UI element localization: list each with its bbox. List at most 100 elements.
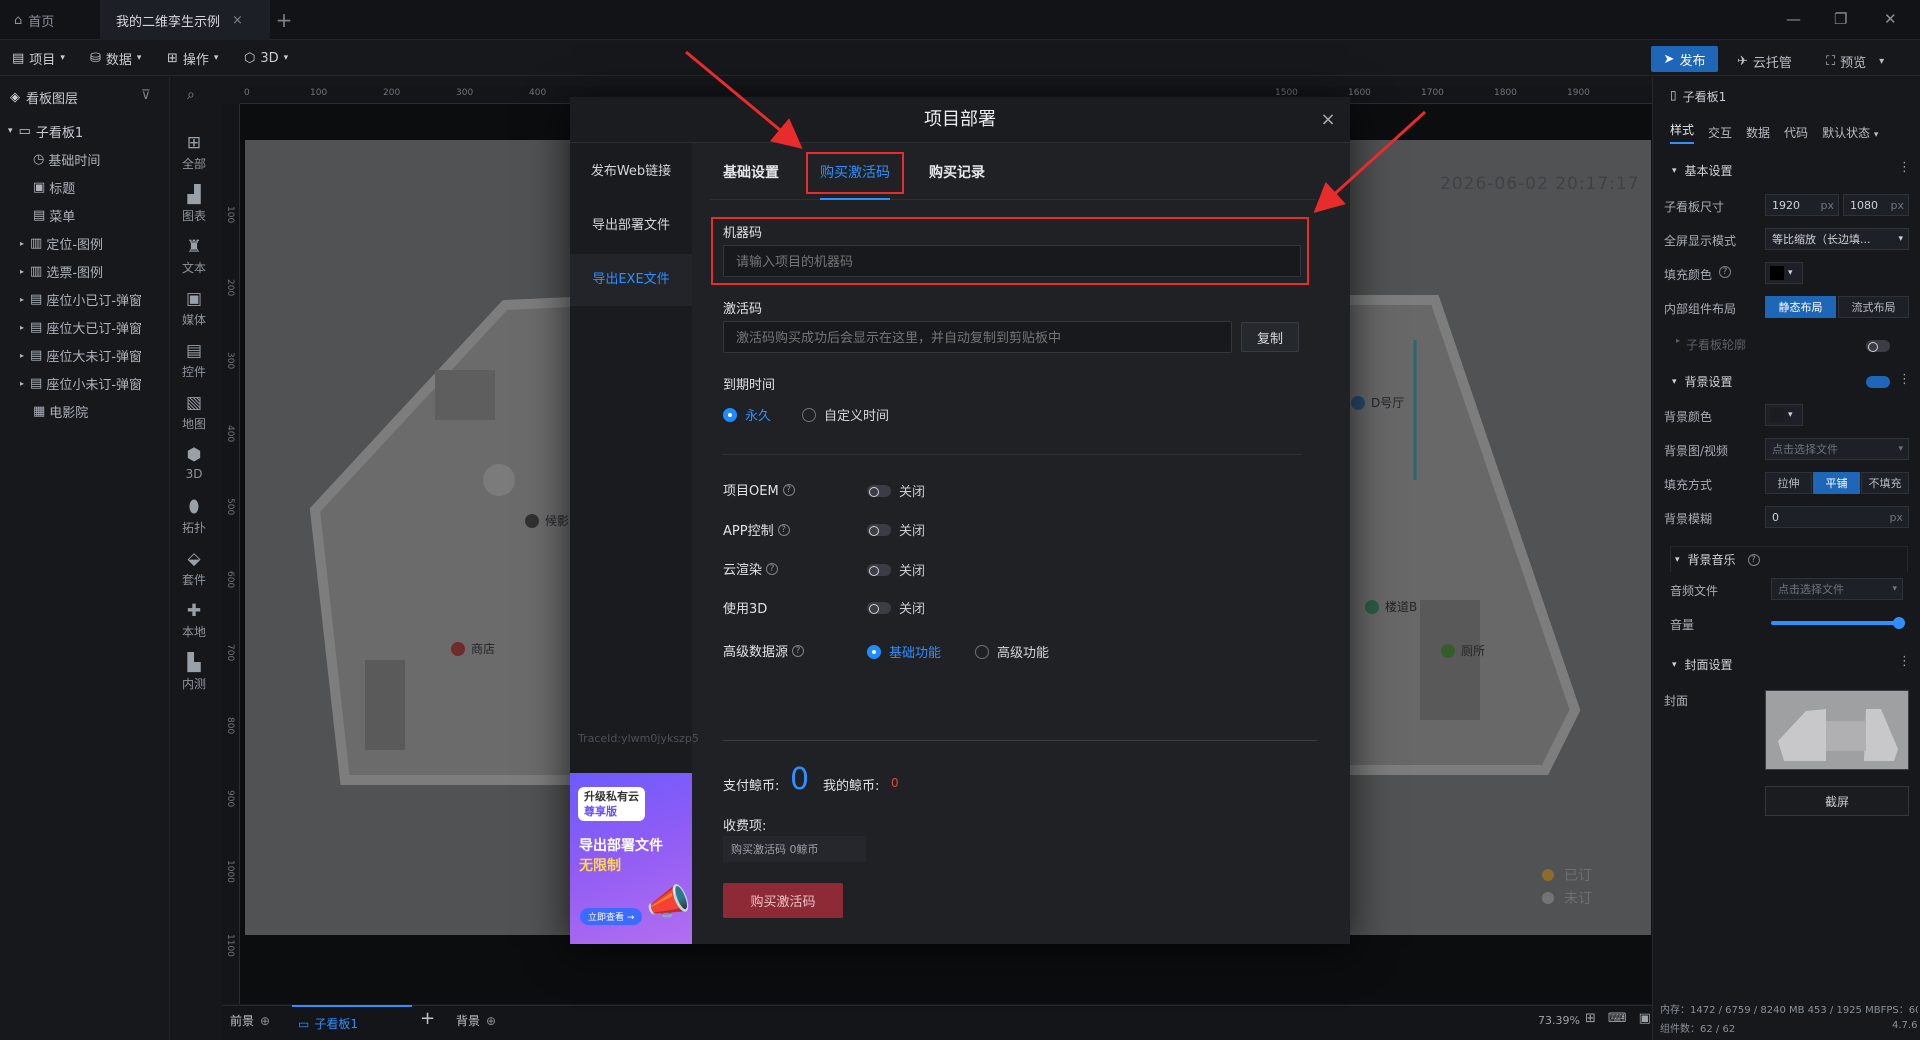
more-icon[interactable]: ⋮ [1898,654,1911,669]
promo-cta-button[interactable]: 立即查看 → [580,908,643,925]
zoom-level[interactable]: 73.39% [1538,1014,1580,1027]
tab-basic-settings[interactable]: 基础设置 [723,162,779,188]
new-tab-button[interactable]: + [272,8,296,32]
cover-section[interactable]: ▾ 封面设置 [1672,656,1733,673]
cloud-hosting-button[interactable]: ✈ 云托管 [1737,52,1792,71]
fill-color-picker[interactable]: ▾ [1765,262,1803,284]
upgrade-promo-banner[interactable]: 升级私有云 尊享版 导出部署文件 无限制 立即查看 → 📣 [570,773,692,944]
fill-none-button[interactable]: 不填充 [1861,472,1909,494]
outline-toggle[interactable] [1866,340,1890,352]
add-circle-icon[interactable]: ⊕ [486,1014,496,1028]
background-settings-section[interactable]: ▾ 背景设置 [1672,373,1733,390]
menu-operate[interactable]: ⊞ 操作 ▾ [167,48,218,68]
foreground-tab[interactable]: 前景 ⊕ [230,1012,270,1029]
layer-item[interactable]: ◷ 基础时间 [0,145,168,173]
component-map[interactable]: ▧ 地图 [170,393,218,445]
window-close-button[interactable]: ✕ [1884,10,1897,28]
height-input[interactable]: 1080 px [1843,194,1909,216]
document-tab[interactable]: 我的二维孪生示例 × [100,0,270,40]
menu-project[interactable]: ▤ 项目 ▾ [12,48,65,68]
basic-settings-section[interactable]: ▾ 基本设置 [1672,162,1733,179]
volume-slider[interactable] [1771,617,1905,629]
component-text[interactable]: ♜ 文本 [170,237,218,289]
activation-code-input[interactable] [723,321,1232,353]
sidebar-item-export-deploy[interactable]: 导出部署文件 [570,200,692,252]
buy-activation-button[interactable]: 购买激活码 [723,883,843,918]
expiry-forever-radio[interactable]: 永久 [723,405,771,424]
publish-button[interactable]: ➤ 发布 [1651,46,1718,72]
layer-group[interactable]: ▸ ▤ 座位大已订-弹窗 [0,313,168,341]
layer-group[interactable]: ▸ ▥ 选票-图例 [0,257,168,285]
tab-interaction[interactable]: 交互 [1708,124,1732,141]
oem-switch[interactable]: 关闭 [867,481,925,500]
state-select[interactable]: 默认状态 ▾ [1822,124,1878,141]
datasource-basic-radio[interactable]: 基础功能 [867,642,941,661]
help-icon[interactable]: ? [766,562,779,575]
add-board-button[interactable]: + [420,1008,435,1029]
menu-data[interactable]: ⛁ 数据 ▾ [90,48,141,68]
fit-screen-icon[interactable]: ⊞ [1585,1011,1596,1026]
volume-handle[interactable] [1893,617,1905,629]
fill-stretch-button[interactable]: 拉伸 [1765,472,1812,494]
background-tab[interactable]: 背景 ⊕ [456,1012,496,1029]
component-kit[interactable]: ⬙ 套件 [170,549,218,601]
cover-thumbnail[interactable] [1765,690,1909,770]
copy-button[interactable]: 复制 [1241,322,1299,352]
component-local[interactable]: ✚ 本地 [170,601,218,653]
screenshot-button[interactable]: 截屏 [1765,786,1909,816]
help-icon[interactable]: ? [777,523,790,536]
app-control-switch[interactable]: 关闭 [867,520,925,539]
sidebar-item-export-exe[interactable]: 导出EXE文件 [570,254,692,306]
tab-code[interactable]: 代码 [1784,124,1808,141]
component-media[interactable]: ▣ 媒体 [170,289,218,341]
help-icon[interactable]: ? [792,644,805,657]
width-input[interactable]: 1920 px [1765,194,1839,216]
blur-input[interactable]: 0 px [1765,506,1909,528]
tab-purchase-history[interactable]: 购买记录 [929,162,985,188]
fill-tile-button[interactable]: 平铺 [1813,472,1860,494]
filter-icon[interactable]: ⊽ [141,88,151,103]
audio-select[interactable]: 点击选择文件 ▾ [1771,578,1903,600]
layer-root[interactable]: ▾ ▭ 子看板1 [0,117,168,145]
help-icon[interactable]: ? [782,483,795,496]
layer-group[interactable]: ▸ ▤ 座位大未订-弹窗 [0,341,168,369]
fullscreen-select[interactable]: 等比缩放（长边填... ▾ [1765,228,1909,250]
help-icon[interactable]: ? [1747,553,1760,566]
component-chart[interactable]: ▟ 图表 [170,185,218,237]
more-icon[interactable]: ⋮ [1898,160,1911,175]
tab-close-icon[interactable]: × [232,13,243,28]
preview-button[interactable]: ⛶ 预览 ▾ [1826,52,1884,71]
add-circle-icon[interactable]: ⊕ [260,1014,270,1028]
home-tab[interactable]: ⌂ 首页 [14,0,84,40]
layer-group[interactable]: ▸ ▥ 定位-图例 [0,229,168,257]
layer-group[interactable]: ▸ ▤ 座位小未订-弹窗 [0,369,168,397]
component-all[interactable]: ⊞ 全部 [170,133,218,185]
search-icon[interactable]: ⌕ [187,87,195,103]
dialog-close-button[interactable]: × [1316,108,1340,132]
layer-item[interactable]: ▦ 电影院 [0,397,168,425]
layer-group[interactable]: ▸ ▤ 座位小已订-弹窗 [0,285,168,313]
sidebar-item-web-link[interactable]: 发布Web链接 [570,146,692,198]
tab-data[interactable]: 数据 [1746,124,1770,141]
help-icon[interactable]: ? [1719,266,1732,278]
bg-image-select[interactable]: 点击选择文件 ▾ [1765,438,1909,460]
use-3d-switch[interactable]: 关闭 [867,598,925,617]
layer-item[interactable]: ▣ 标题 [0,173,168,201]
music-section[interactable]: ▾ 背景音乐? [1670,546,1908,572]
datasource-advanced-radio[interactable]: 高级功能 [975,642,1049,661]
bg-color-picker[interactable]: ▾ [1765,404,1803,426]
cloud-render-switch[interactable]: 关闭 [867,560,925,579]
maximize-button[interactable]: ❐ [1834,10,1847,28]
board-tab[interactable]: ▭ 子看板1 [292,1005,412,1040]
tab-style[interactable]: 样式 [1670,121,1695,144]
component-beta[interactable]: ▙ 内测 [170,653,218,705]
menu-3d[interactable]: ⬡ 3D ▾ [244,48,288,68]
background-toggle[interactable] [1866,376,1890,388]
component-topology[interactable]: ⬮ 拓扑 [170,497,218,549]
outline-row[interactable]: ▸ 子看板轮廓 [1676,336,1746,353]
component-3d[interactable]: ⬢ 3D [170,445,218,497]
layout-static-button[interactable]: 静态布局 [1765,296,1836,318]
terminal-icon[interactable]: ▣ [1639,1011,1651,1026]
component-control[interactable]: ▤ 控件 [170,341,218,393]
keyboard-icon[interactable]: ⌨ [1608,1011,1627,1026]
